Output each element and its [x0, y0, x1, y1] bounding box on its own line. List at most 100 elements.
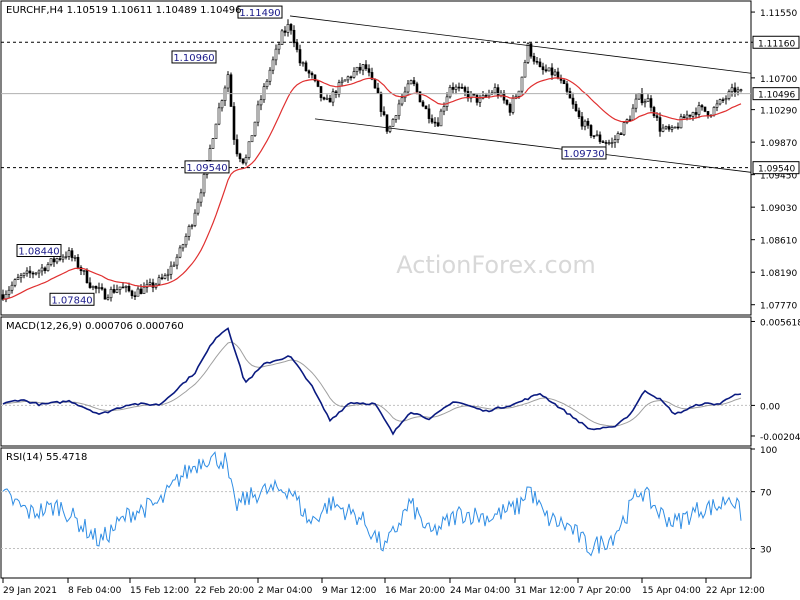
candle-body	[235, 139, 239, 155]
candle-body	[136, 288, 140, 297]
price-axis-tag-label: 1.09540	[758, 165, 795, 175]
candle-body	[133, 295, 137, 297]
candle-body	[118, 286, 122, 290]
candle-body	[85, 270, 89, 284]
candle-body	[385, 114, 389, 132]
candle-body	[475, 94, 479, 103]
candle-body	[91, 285, 95, 288]
candle-body	[376, 87, 380, 94]
candle-body	[658, 117, 662, 132]
candle-body	[103, 288, 107, 300]
candle-body	[256, 104, 260, 123]
candle-body	[298, 49, 302, 64]
candle-body	[340, 80, 344, 83]
candle-body	[265, 80, 269, 87]
price-axis-label: 1.09870	[760, 139, 797, 149]
candle-body	[67, 250, 71, 257]
candle-body	[46, 264, 50, 271]
candle-body	[511, 98, 515, 113]
candle-body	[664, 126, 668, 129]
candle-body	[139, 288, 143, 294]
candle-body	[196, 201, 200, 214]
candle-body	[577, 110, 581, 117]
candle-body	[232, 106, 236, 140]
candle-body	[493, 87, 497, 94]
candle-body	[229, 74, 233, 107]
candle-body	[52, 258, 56, 263]
candle-body	[697, 105, 701, 115]
candle-body	[553, 71, 557, 76]
candle-body	[49, 258, 53, 265]
time-axis-label: 15 Feb 12:00	[130, 586, 189, 596]
candle-body	[301, 62, 305, 65]
candle-body	[640, 93, 644, 104]
candle-body	[76, 257, 80, 268]
candle-body	[448, 87, 452, 98]
macd-title: MACD(12,26,9) 0.000706 0.000760	[6, 321, 184, 332]
time-axis-label: 8 Feb 04:00	[68, 586, 122, 596]
candle-body	[7, 289, 11, 295]
candle-body	[337, 82, 341, 95]
candle-body	[223, 87, 227, 101]
candle-body	[379, 92, 383, 112]
candle-body	[361, 64, 365, 71]
candle-body	[613, 139, 617, 143]
candle-body	[652, 107, 656, 117]
candle-body	[352, 71, 356, 78]
candle-body	[55, 258, 59, 263]
candle-body	[730, 87, 734, 92]
time-axis-label: 22 Apr 12:00	[706, 586, 765, 596]
time-axis-label: 16 Mar 20:00	[385, 586, 445, 596]
candle-body	[688, 114, 692, 117]
candle-body	[31, 272, 35, 275]
candle-body	[430, 118, 434, 123]
candle-body	[601, 141, 605, 143]
candle-body	[280, 30, 284, 45]
candle-body	[283, 30, 287, 33]
candle-body	[325, 97, 329, 100]
watermark: ActionForex.com	[396, 251, 596, 279]
candle-body	[100, 287, 104, 290]
candle-body	[322, 97, 326, 100]
candle-body	[250, 135, 254, 143]
candle-body	[679, 116, 683, 129]
annotation-label: 1.11490	[239, 8, 280, 19]
candle-body	[316, 80, 320, 87]
candle-body	[286, 24, 290, 33]
candle-body	[586, 120, 590, 126]
candle-body	[121, 286, 125, 289]
candle-body	[127, 285, 131, 292]
candle-body	[157, 277, 161, 285]
candle-body	[37, 270, 41, 274]
candle-body	[565, 83, 569, 92]
candle-body	[616, 133, 620, 140]
candle-body	[478, 97, 482, 103]
time-axis-label: 2 Mar 04:00	[258, 586, 313, 596]
candle-body	[400, 97, 404, 105]
candle-body	[40, 267, 44, 272]
candle-body	[397, 103, 401, 116]
candle-body	[583, 120, 587, 127]
candle-body	[409, 80, 413, 85]
rsi-pane-frame	[0, 447, 752, 579]
candle-body	[532, 55, 536, 62]
candle-body	[667, 126, 671, 130]
candle-body	[694, 112, 698, 115]
candle-body	[142, 286, 146, 294]
annotation-label: 1.10960	[173, 53, 214, 64]
candle-body	[190, 225, 194, 227]
candle-body	[556, 71, 560, 79]
candle-body	[214, 123, 218, 139]
candle-body	[415, 83, 419, 93]
candle-body	[739, 89, 743, 91]
candle-body	[673, 126, 677, 129]
rsi-axis-label: 70	[760, 489, 772, 499]
candle-body	[247, 141, 251, 158]
candle-body	[16, 277, 20, 280]
time-axis-label: 15 Apr 04:00	[642, 586, 701, 596]
candle-body	[10, 284, 14, 291]
candle-body	[172, 264, 176, 267]
candle-body	[595, 134, 599, 137]
candle-body	[244, 157, 248, 164]
candle-body	[619, 133, 623, 135]
